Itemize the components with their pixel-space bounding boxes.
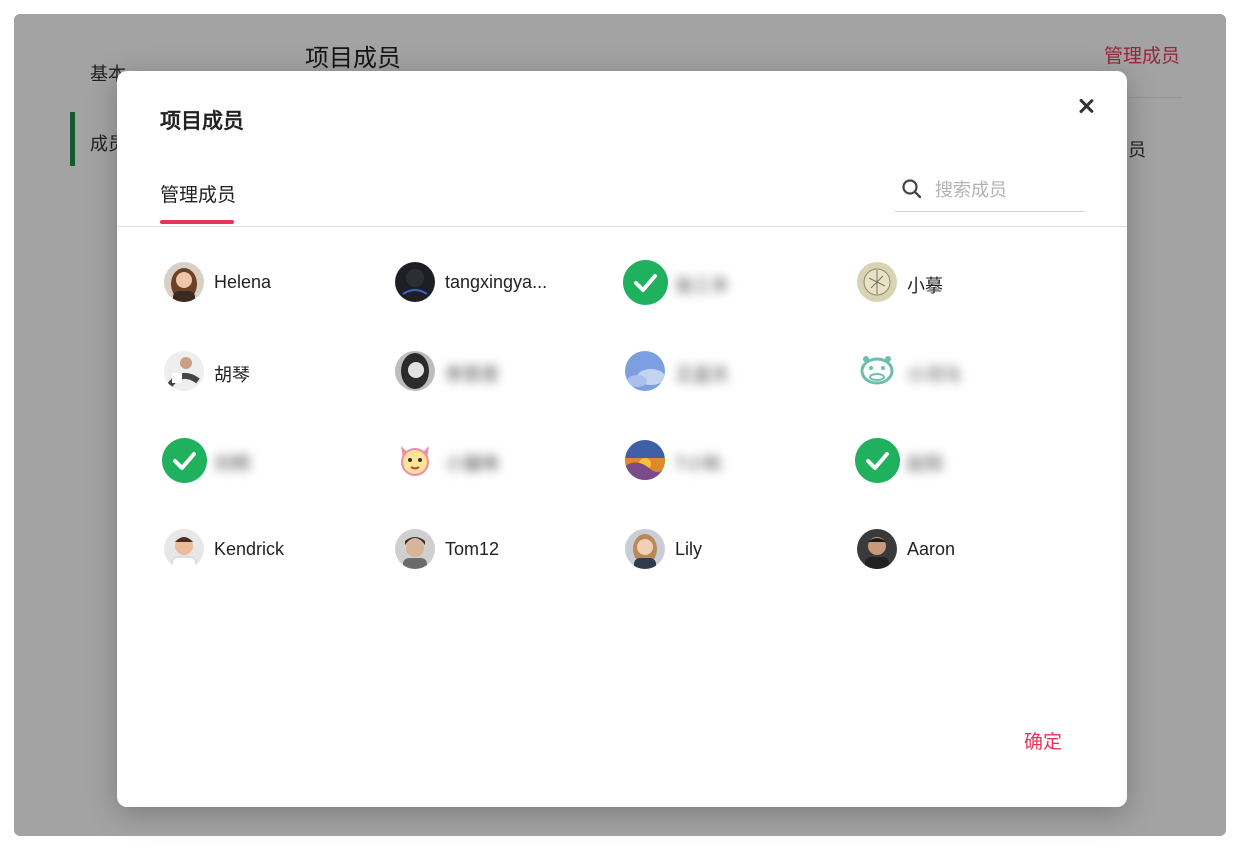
member-item[interactable]: 张三丰: [623, 260, 825, 306]
member-item[interactable]: 胡琴: [164, 349, 364, 395]
member-name: 小摹: [907, 276, 943, 296]
member-name: 胡琴: [214, 365, 250, 385]
member-item[interactable]: T小秋: [625, 438, 825, 484]
modal-title: 项目成员: [160, 110, 244, 133]
member-item[interactable]: 小猫咪: [395, 438, 595, 484]
tab-divider: [117, 226, 1127, 227]
tab-active-underline: [160, 220, 234, 224]
member-name: 王蓝天: [675, 365, 729, 385]
avatar: [625, 529, 665, 569]
member-name: Aaron: [907, 539, 956, 559]
member-item[interactable]: tangxingya...: [395, 260, 595, 306]
avatar: [395, 351, 435, 391]
member-item[interactable]: Helena: [164, 260, 364, 306]
member-item[interactable]: Tom12: [395, 527, 595, 573]
tab-manage-members[interactable]: 管理成员: [160, 180, 236, 207]
confirm-button[interactable]: 确定: [1024, 727, 1062, 754]
member-name: tangxingya...: [445, 272, 548, 292]
avatar: [625, 351, 665, 391]
member-item[interactable]: 王蓝天: [625, 349, 825, 395]
avatar: [395, 262, 435, 302]
member-item[interactable]: 刘明: [162, 438, 364, 484]
member-name: Lily: [675, 539, 703, 559]
member-name: Helena: [214, 272, 272, 292]
member-name: Tom12: [445, 539, 500, 559]
member-item[interactable]: Aaron: [857, 527, 1057, 573]
avatar: [164, 529, 204, 569]
member-name: 赵阳: [907, 454, 943, 474]
member-item[interactable]: Lily: [625, 527, 825, 573]
member-name: 李思思: [445, 365, 499, 385]
check-icon: [855, 438, 900, 483]
avatar: [857, 351, 897, 391]
member-name: Kendrick: [214, 539, 285, 559]
member-item[interactable]: 小摹: [857, 260, 1057, 306]
avatar: [625, 440, 665, 480]
avatar: [857, 262, 897, 302]
avatar: [395, 529, 435, 569]
avatar: [164, 351, 204, 391]
search-box[interactable]: [895, 171, 1084, 212]
member-name: T小秋: [675, 454, 722, 474]
member-item[interactable]: 小河马: [857, 349, 1057, 395]
avatar: [857, 529, 897, 569]
check-icon: [162, 438, 207, 483]
check-icon: [623, 260, 668, 305]
member-name: 小猫咪: [445, 454, 499, 474]
member-item[interactable]: 李思思: [395, 349, 595, 395]
member-item[interactable]: 赵阳: [855, 438, 1057, 484]
avatar: [395, 440, 435, 480]
close-icon[interactable]: [1073, 93, 1099, 119]
member-item[interactable]: Kendrick: [164, 527, 364, 573]
member-name: 刘明: [214, 454, 250, 474]
members-modal: 项目成员 管理成员 Helena tangxingya... 张三丰 小摹胡琴 李思思 王…: [117, 71, 1127, 807]
avatar: [164, 262, 204, 302]
member-name: 张三丰: [675, 276, 729, 296]
search-input[interactable]: [935, 177, 1080, 203]
member-name: 小河马: [907, 365, 961, 385]
search-icon: [902, 179, 922, 199]
